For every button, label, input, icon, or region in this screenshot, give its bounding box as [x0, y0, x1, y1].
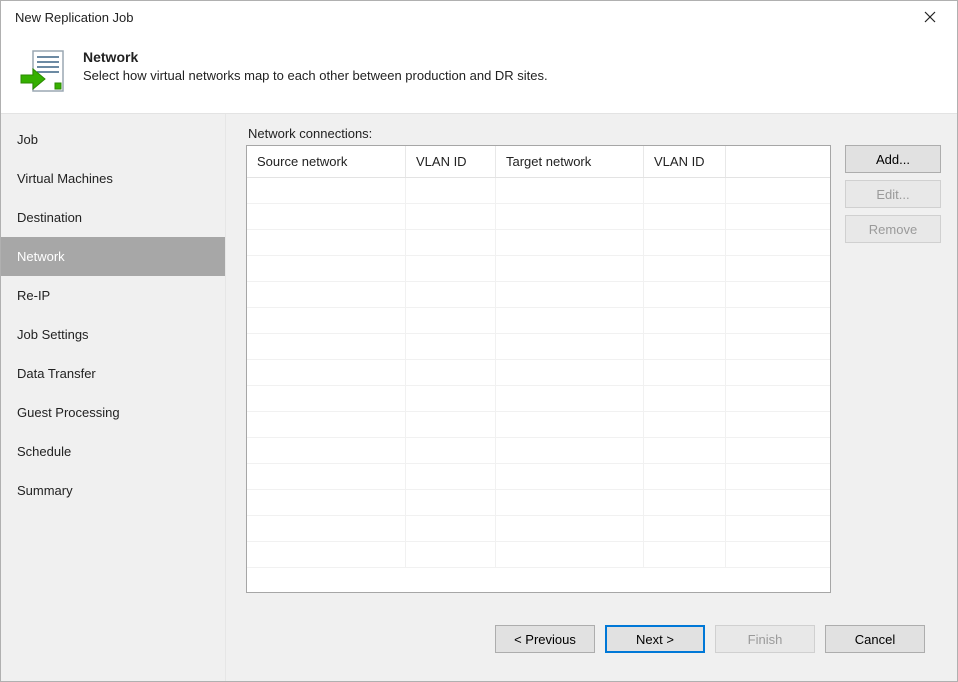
sidebar-item-job-settings[interactable]: Job Settings — [1, 315, 225, 354]
close-icon — [924, 11, 936, 23]
sidebar-item-network[interactable]: Network — [1, 237, 225, 276]
col-source-network[interactable]: Source network — [247, 146, 406, 177]
table-row[interactable] — [247, 256, 830, 282]
table-row[interactable] — [247, 204, 830, 230]
page-description: Select how virtual networks map to each … — [83, 68, 548, 83]
finish-button: Finish — [715, 625, 815, 653]
sidebar-item-virtual-machines[interactable]: Virtual Machines — [1, 159, 225, 198]
next-button[interactable]: Next > — [605, 625, 705, 653]
add-button[interactable]: Add... — [845, 145, 941, 173]
table-row[interactable] — [247, 282, 830, 308]
table-label: Network connections: — [246, 126, 941, 141]
body: Job Virtual Machines Destination Network… — [1, 113, 957, 681]
window-title: New Replication Job — [15, 10, 134, 25]
table-row[interactable] — [247, 360, 830, 386]
wizard-footer: < Previous Next > Finish Cancel — [246, 611, 941, 669]
titlebar: New Replication Job — [1, 1, 957, 33]
table-action-buttons: Add... Edit... Remove — [845, 145, 941, 611]
edit-button: Edit... — [845, 180, 941, 208]
sidebar-item-schedule[interactable]: Schedule — [1, 432, 225, 471]
table-row[interactable] — [247, 516, 830, 542]
sidebar-item-re-ip[interactable]: Re-IP — [1, 276, 225, 315]
table-row[interactable] — [247, 308, 830, 334]
dialog-window: New Replication Job Network Select how v… — [0, 0, 958, 682]
table-header: Source network VLAN ID Target network VL… — [247, 146, 830, 178]
col-vlan-id-target[interactable]: VLAN ID — [644, 146, 726, 177]
header: Network Select how virtual networks map … — [1, 33, 957, 113]
cancel-button[interactable]: Cancel — [825, 625, 925, 653]
wizard-sidebar: Job Virtual Machines Destination Network… — [1, 114, 226, 681]
sidebar-item-guest-processing[interactable]: Guest Processing — [1, 393, 225, 432]
table-row[interactable] — [247, 230, 830, 256]
network-connections-table[interactable]: Source network VLAN ID Target network VL… — [246, 145, 831, 593]
sidebar-item-summary[interactable]: Summary — [1, 471, 225, 510]
table-row[interactable] — [247, 542, 830, 568]
table-row[interactable] — [247, 178, 830, 204]
sidebar-item-destination[interactable]: Destination — [1, 198, 225, 237]
table-row[interactable] — [247, 490, 830, 516]
page-icon — [19, 47, 67, 95]
table-row[interactable] — [247, 334, 830, 360]
main-panel: Network connections: Source network VLAN… — [226, 114, 957, 681]
remove-button: Remove — [845, 215, 941, 243]
table-row[interactable] — [247, 412, 830, 438]
sidebar-item-job[interactable]: Job — [1, 120, 225, 159]
table-row[interactable] — [247, 386, 830, 412]
page-title: Network — [83, 49, 548, 65]
table-row[interactable] — [247, 438, 830, 464]
sidebar-item-data-transfer[interactable]: Data Transfer — [1, 354, 225, 393]
table-row[interactable] — [247, 464, 830, 490]
col-target-network[interactable]: Target network — [496, 146, 644, 177]
table-body — [247, 178, 830, 592]
col-spacer — [726, 146, 830, 177]
previous-button[interactable]: < Previous — [495, 625, 595, 653]
close-button[interactable] — [913, 3, 947, 31]
col-vlan-id-source[interactable]: VLAN ID — [406, 146, 496, 177]
